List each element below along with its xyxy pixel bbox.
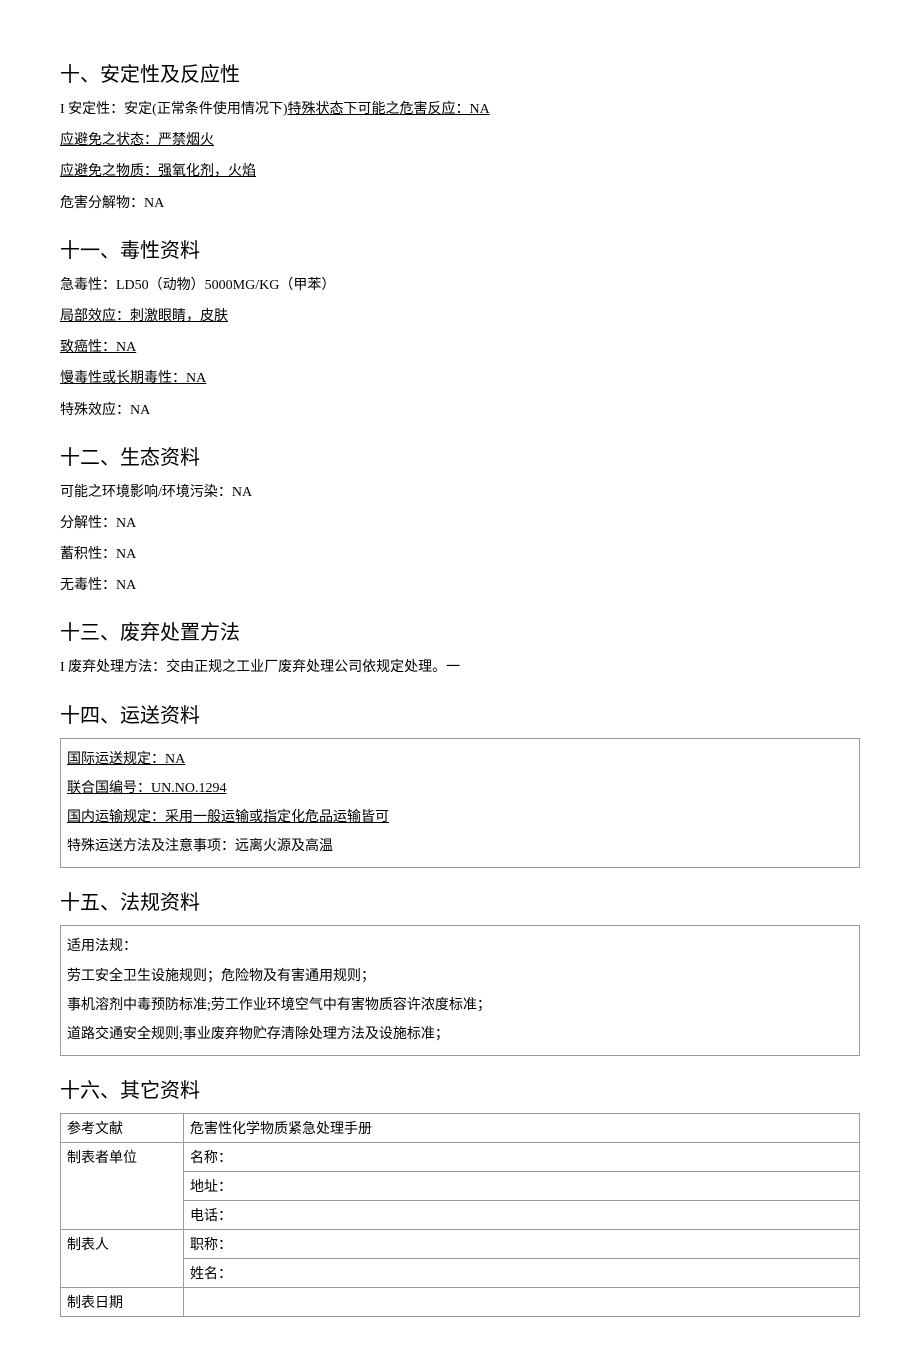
section-16-table: 参考文献 危害性化学物质紧急处理手册 制表者单位 名称： 地址： 电话： 制表人… [60,1113,860,1317]
table-row: 制表人 职称： [61,1230,860,1259]
s15-line3: 事机溶剂中毒预防标准;劳工作业环境空气中有害物质容许浓度标准； [67,993,853,1018]
s15-line2: 劳工安全卫生设施规则；危险物及有害通用规则； [67,964,853,989]
section-11-body: 急毒性：LD50（动物）5000MG/KG（甲苯） 局部效应：刺激眼睛，皮肤 致… [60,273,860,423]
ref-label: 参考文献 [61,1114,184,1143]
s12-line1: 可能之环境影响/环境污染：NA [60,480,860,505]
s10-line4: 危害分解物：NA [60,191,860,216]
s11-line5: 特殊效应：NA [60,398,860,423]
maker-label: 制表人 [61,1230,184,1288]
s12-line3: 蓄积性：NA [60,542,860,567]
section-14-heading: 十四、运送资料 [60,699,860,728]
s12-line4: 无毒性：NA [60,573,860,598]
s13-line1: I 废弃处理方法：交由正规之工业厂废弃处理公司依规定处理。一 [60,655,860,680]
tel-label: 电话： [184,1201,860,1230]
ref-value: 危害性化学物质紧急处理手册 [184,1114,860,1143]
s11-line4: 慢毒性或长期毒性：NA [60,366,860,391]
s10-line1-under: 特殊状态下可能之危害反应：NA [288,102,490,117]
s15-line1: 适用法规： [67,934,853,959]
s12-line2: 分解性：NA [60,511,860,536]
maker-unit-label: 制表者单位 [61,1143,184,1230]
s10-line3: 应避免之物质：强氧化剂，火焰 [60,159,860,184]
section-16-heading: 十六、其它资料 [60,1074,860,1103]
table-row: 制表日期 [61,1288,860,1317]
section-11-heading: 十一、毒性资料 [60,234,860,263]
s11-line2: 局部效应：刺激眼睛，皮肤 [60,304,860,329]
section-10-heading: 十、安定性及反应性 [60,58,860,87]
s14-line3: 国内运输规定：采用一般运输或指定化危品运输皆可 [67,805,853,830]
date-value [184,1288,860,1317]
section-13-heading: 十三、废弃处置方法 [60,616,860,645]
s11-line1: 急毒性：LD50（动物）5000MG/KG（甲苯） [60,273,860,298]
addr-label: 地址： [184,1172,860,1201]
s14-line1: 国际运送规定：NA [67,747,853,772]
table-row: 参考文献 危害性化学物质紧急处理手册 [61,1114,860,1143]
section-12-body: 可能之环境影响/环境污染：NA 分解性：NA 蓄积性：NA 无毒性：NA [60,480,860,599]
section-14-box: 国际运送规定：NA 联合国编号：UN.NO.1294 国内运输规定：采用一般运输… [60,738,860,869]
person-name-label: 姓名： [184,1259,860,1288]
section-12-heading: 十二、生态资料 [60,441,860,470]
s10-line2: 应避免之状态：严禁烟火 [60,128,860,153]
s14-line2: 联合国编号：UN.NO.1294 [67,776,853,801]
table-row: 制表者单位 名称： [61,1143,860,1172]
section-15-box: 适用法规： 劳工安全卫生设施规则；危险物及有害通用规则； 事机溶剂中毒预防标准;… [60,925,860,1056]
s10-line1-prefix: I 安定性：安定(正常条件使用情况下) [60,102,288,117]
s14-line4: 特殊运送方法及注意事项：远离火源及高温 [67,834,853,859]
section-15-heading: 十五、法规资料 [60,886,860,915]
s10-line1: I 安定性：安定(正常条件使用情况下)特殊状态下可能之危害反应：NA [60,97,860,122]
name-label: 名称： [184,1143,860,1172]
s15-line4: 道路交通安全规则;事业废弃物贮存清除处理方法及设施标准； [67,1022,853,1047]
section-13-body: I 废弃处理方法：交由正规之工业厂废弃处理公司依规定处理。一 [60,655,860,680]
s11-line3: 致癌性：NA [60,335,860,360]
title-label: 职称： [184,1230,860,1259]
date-label: 制表日期 [61,1288,184,1317]
section-10-body: I 安定性：安定(正常条件使用情况下)特殊状态下可能之危害反应：NA 应避免之状… [60,97,860,216]
